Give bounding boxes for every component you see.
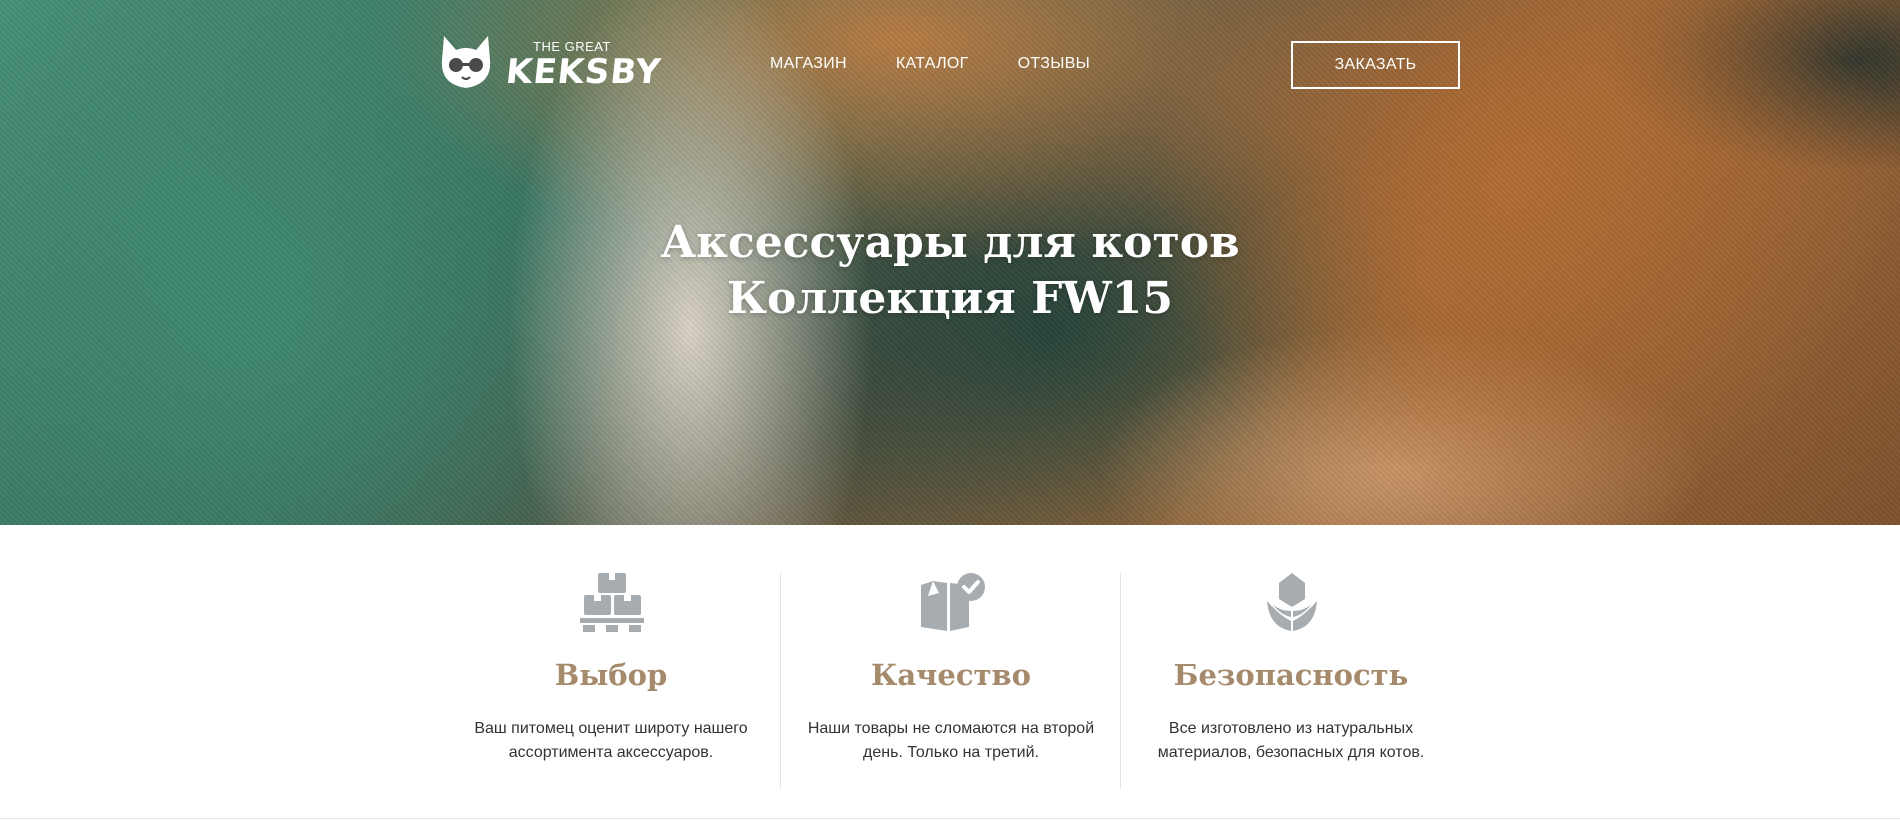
feature-title: Безопасность xyxy=(1173,658,1409,692)
nav-link-catalog[interactable]: КАТАЛОГ xyxy=(896,55,969,73)
features-section: Выбор Ваш питомец оценит широту нашего а… xyxy=(0,525,1900,820)
feature-title: Качество xyxy=(871,658,1031,692)
order-button[interactable]: ЗАКАЗАТЬ xyxy=(1291,41,1460,89)
hero-section: THE GREAT KEKSBY МАГАЗИН КАТАЛОГ ОТЗЫВЫ … xyxy=(0,0,1900,525)
feature-title: Выбор xyxy=(554,658,668,692)
hero-title-line1: Аксессуары для котов xyxy=(660,217,1240,268)
feature-safety: Безопасность Все изготовлено из натураль… xyxy=(1121,525,1461,765)
feature-choice: Выбор Ваш питомец оценит широту нашего а… xyxy=(441,525,781,765)
logo-big-text: KEKSBY xyxy=(503,52,664,92)
flower-bud-icon xyxy=(1267,573,1317,631)
nav-link-shop[interactable]: МАГАЗИН xyxy=(770,55,847,73)
main-nav: МАГАЗИН КАТАЛОГ ОТЗЫВЫ xyxy=(770,55,1139,73)
nav-link-reviews[interactable]: ОТЗЫВЫ xyxy=(1018,55,1091,73)
logo-wordmark: THE GREAT KEKSBY xyxy=(504,32,663,92)
feature-text: Все изготовлено из натуральных материало… xyxy=(1157,720,1425,761)
boxes-on-pallet-icon xyxy=(580,573,644,632)
logo[interactable]: THE GREAT KEKSBY xyxy=(438,32,663,92)
site-header: THE GREAT KEKSBY МАГАЗИН КАТАЛОГ ОТЗЫВЫ … xyxy=(0,0,1900,130)
hero-title-line2: Коллекция FW15 xyxy=(726,273,1174,324)
divider xyxy=(0,818,1900,819)
cat-with-glasses-icon xyxy=(441,36,491,88)
feature-text: Наши товары не сломаются на второй день.… xyxy=(807,720,1095,761)
hero-title: Аксессуары для котов Коллекция FW15 xyxy=(0,215,1900,327)
feature-text: Ваш питомец оценит широту нашего ассорти… xyxy=(474,720,748,761)
feature-quality: Качество Наши товары не сломаются на вто… xyxy=(781,525,1121,765)
box-with-checkmark-icon xyxy=(921,573,985,631)
